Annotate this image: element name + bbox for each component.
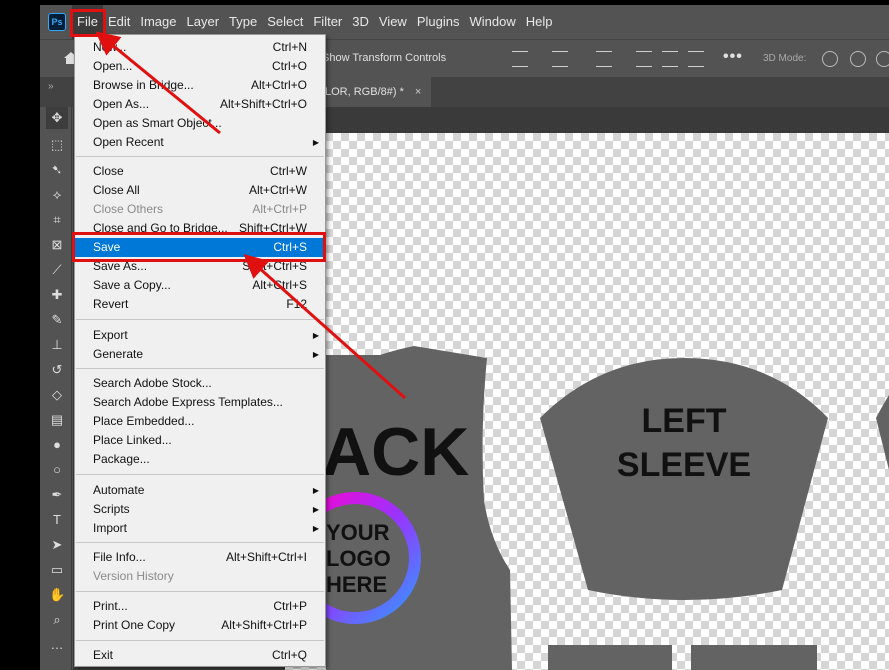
menu-item-print-one-copy[interactable]: Print One Copy Alt+Shift+Ctrl+P bbox=[75, 616, 325, 635]
brush-tool-icon[interactable]: ✎ bbox=[49, 312, 65, 328]
submenu-arrow-icon: ▶ bbox=[312, 350, 319, 359]
menu-item-file-info[interactable]: File Info... Alt+Shift+Ctrl+I bbox=[75, 548, 325, 567]
menu-item-print[interactable]: Print... Ctrl+P bbox=[75, 597, 325, 616]
menu-help[interactable]: Help bbox=[521, 5, 558, 39]
eyedropper-tool-icon[interactable]: ⟋ bbox=[49, 262, 65, 278]
menu-view[interactable]: View bbox=[374, 5, 412, 39]
menu-item-automate[interactable]: Automate ▶ bbox=[75, 481, 325, 500]
menu-item-open-smart-object[interactable]: Open as Smart Object... bbox=[75, 114, 325, 133]
annotation-box-save bbox=[72, 232, 326, 262]
document-canvas[interactable] bbox=[285, 133, 889, 670]
distribute-center-icon[interactable] bbox=[662, 51, 678, 67]
type-tool-icon[interactable]: T bbox=[49, 512, 65, 528]
annotation-box-file bbox=[70, 9, 106, 37]
pen-tool-icon[interactable]: ✒ bbox=[49, 487, 65, 503]
menu-item-save-a-copy[interactable]: Save a Copy... Alt+Ctrl+S bbox=[75, 276, 325, 295]
menu-plugins[interactable]: Plugins bbox=[412, 5, 465, 39]
quick-select-tool-icon[interactable]: ⟡ bbox=[49, 187, 65, 203]
3d-pan-icon[interactable] bbox=[876, 51, 889, 67]
menu-separator bbox=[76, 542, 324, 543]
menu-item-generate[interactable]: Generate ▶ bbox=[75, 345, 325, 364]
menu-item-open-recent[interactable]: Open Recent ▶ bbox=[75, 133, 325, 152]
menu-item-close-others: Close Others Alt+Ctrl+P bbox=[93, 202, 307, 216]
submenu-arrow-icon: ▶ bbox=[312, 331, 319, 340]
photoshop-logo: Ps bbox=[48, 13, 66, 31]
document-tab-title: LOR, RGB/8#) * bbox=[325, 86, 404, 98]
lasso-tool-icon[interactable]: ➷ bbox=[49, 162, 65, 178]
menu-item-search-adobe-express[interactable]: Search Adobe Express Templates... bbox=[75, 393, 325, 412]
menu-3d[interactable]: 3D bbox=[347, 5, 374, 39]
distribute-top-icon[interactable] bbox=[636, 51, 652, 67]
hand-tool-icon[interactable]: ✋ bbox=[49, 587, 65, 603]
menu-item-close-all[interactable]: Close All Alt+Ctrl+W bbox=[75, 181, 325, 200]
show-transform-controls-label[interactable]: Show Transform Controls bbox=[322, 52, 446, 64]
close-tab-icon[interactable]: × bbox=[415, 86, 421, 98]
blur-tool-icon[interactable]: ● bbox=[49, 437, 65, 453]
align-vertical-center-icon[interactable] bbox=[552, 51, 568, 67]
distribute-bottom-icon[interactable] bbox=[688, 51, 704, 67]
zoom-tool-icon[interactable]: ⌕ bbox=[49, 612, 65, 628]
menu-item-scripts[interactable]: Scripts ▶ bbox=[75, 500, 325, 519]
menu-item-search-adobe-stock[interactable]: Search Adobe Stock... bbox=[75, 374, 325, 393]
menu-item-import[interactable]: Import ▶ bbox=[75, 519, 325, 538]
menu-separator bbox=[76, 319, 324, 320]
path-selection-tool-icon[interactable]: ➤ bbox=[49, 537, 65, 553]
3d-orbit-icon[interactable] bbox=[822, 51, 838, 67]
clone-stamp-tool-icon[interactable]: ⊥ bbox=[49, 337, 65, 353]
healing-brush-tool-icon[interactable]: ✚ bbox=[49, 287, 65, 303]
submenu-arrow-icon: ▶ bbox=[312, 505, 319, 514]
menu-separator bbox=[76, 368, 324, 369]
menu-separator bbox=[76, 591, 324, 592]
menu-item-version-history: Version History bbox=[93, 569, 174, 583]
file-menu-dropdown: New... Ctrl+N Open... Ctrl+O Browse in Bri… bbox=[74, 34, 326, 667]
menu-item-place-linked[interactable]: Place Linked... bbox=[75, 431, 325, 450]
align-bottom-icon[interactable] bbox=[596, 51, 612, 67]
submenu-arrow-icon: ▶ bbox=[312, 486, 319, 495]
menu-item-new[interactable]: New... Ctrl+N bbox=[75, 38, 325, 57]
history-brush-tool-icon[interactable]: ↺ bbox=[49, 362, 65, 378]
eraser-tool-icon[interactable]: ◇ bbox=[49, 387, 65, 403]
collapse-panel-icon[interactable]: » bbox=[48, 81, 54, 92]
menu-item-open-as[interactable]: Open As... Alt+Shift+Ctrl+O bbox=[75, 95, 325, 114]
3d-roll-icon[interactable] bbox=[850, 51, 866, 67]
menu-item-open[interactable]: Open... Ctrl+O bbox=[75, 57, 325, 76]
menu-item-close[interactable]: Close Ctrl+W bbox=[75, 162, 325, 181]
menu-item-place-embedded[interactable]: Place Embedded... bbox=[75, 412, 325, 431]
marquee-tool-icon[interactable]: ⬚ bbox=[49, 137, 65, 153]
submenu-arrow-icon: ▶ bbox=[312, 138, 319, 147]
more-options-icon[interactable]: ••• bbox=[723, 48, 743, 66]
menu-separator bbox=[76, 156, 324, 157]
rectangle-tool-icon[interactable]: ▭ bbox=[49, 562, 65, 578]
menu-item-revert[interactable]: Revert F12 bbox=[75, 295, 325, 314]
frame-tool-icon[interactable]: ⊠ bbox=[49, 237, 65, 253]
menu-item-exit[interactable]: Exit Ctrl+Q bbox=[75, 646, 325, 665]
gradient-tool-icon[interactable]: ▤ bbox=[49, 412, 65, 428]
menu-item-browse-in-bridge[interactable]: Browse in Bridge... Alt+Ctrl+O bbox=[75, 76, 325, 95]
crop-tool-icon[interactable]: ⌗ bbox=[49, 212, 65, 228]
tools-panel: ✥ ⬚ ➷ ⟡ ⌗ ⊠ ⟋ ✚ ✎ ⊥ ↺ ◇ ▤ ● ○ ✒ T ➤ ▭ ✋ … bbox=[40, 107, 72, 670]
menu-separator bbox=[76, 640, 324, 641]
menu-item-export[interactable]: Export ▶ bbox=[75, 326, 325, 345]
more-tools-icon[interactable]: … bbox=[49, 637, 65, 653]
menu-separator bbox=[76, 474, 324, 475]
menu-item-package[interactable]: Package... bbox=[75, 450, 325, 469]
3d-mode-label: 3D Mode: bbox=[763, 53, 807, 64]
submenu-arrow-icon: ▶ bbox=[312, 524, 319, 533]
move-tool-icon[interactable]: ✥ bbox=[46, 107, 68, 129]
document-tab[interactable]: LOR, RGB/8#) * × bbox=[315, 77, 432, 107]
menu-window[interactable]: Window bbox=[464, 5, 520, 39]
align-top-icon[interactable] bbox=[512, 51, 528, 67]
dodge-tool-icon[interactable]: ○ bbox=[49, 462, 65, 478]
